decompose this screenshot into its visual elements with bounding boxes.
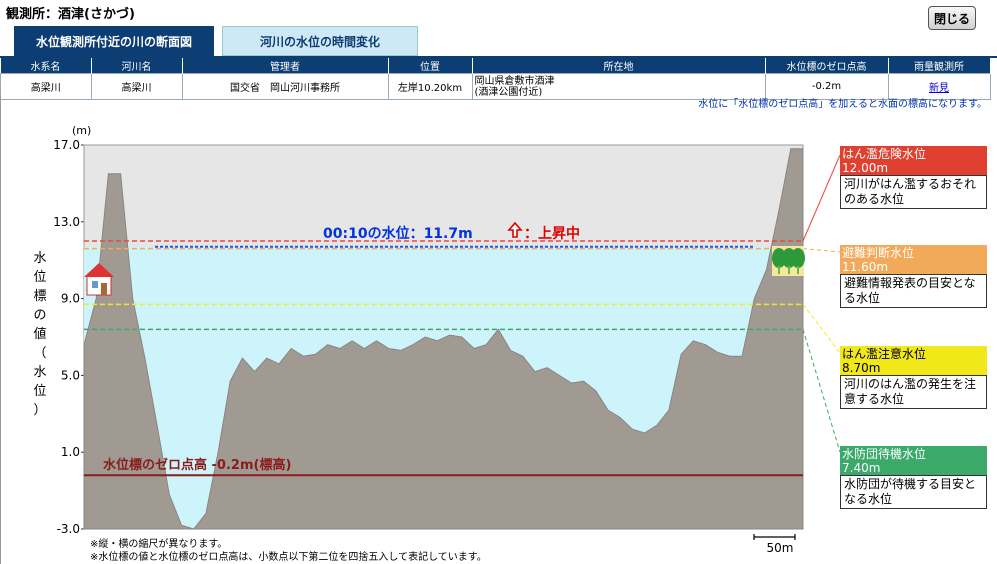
y-axis-label-char: 標 [33,289,46,304]
column-header: 水位標のゼロ点高 [765,58,889,74]
cell-river: 高梁川 [90,73,183,100]
tree-trunk [778,266,780,274]
y-unit-label: (m) [72,124,91,137]
y-axis-label-char: 水 [33,365,46,380]
scale-label: 50m [767,541,794,555]
house-window [92,281,98,288]
y-axis-label-char: （ [33,346,46,361]
scale-bar [753,534,796,540]
tab-time-series[interactable]: 河川の水位の時間変化 [222,26,418,56]
column-header: 雨量観測所 [888,58,991,74]
house-door [101,283,107,295]
cell-position: 左岸10.20km [387,73,473,100]
y-tick-label: 17.0 [53,138,80,152]
y-tick-label: 1.0 [61,445,80,459]
level-connector [802,304,841,354]
level-standby-name: 水防団待機水位 [842,447,927,461]
level-evacuation: 避難判断水位 11.60m 避難情報発表の目安となる水位 [840,245,987,308]
y-axis-label-char: の [33,308,46,323]
cell-system: 高梁川 [0,73,92,100]
y-tick-label: -3.0 [57,522,80,536]
current-level-label: 00:10の水位：11.7m [323,225,473,242]
column-header: 所在地 [472,58,766,74]
level-connector [802,248,841,253]
tab-cross-section[interactable]: 水位観測所付近の川の断面図 [14,26,214,56]
y-axis-label-char: 位 [33,384,46,399]
close-button[interactable]: 閉じる [928,6,976,30]
level-caution: はん濫注意水位 8.70m 河川のはん濫の発生を注意する水位 [840,346,987,409]
y-tick-label: 13.0 [53,215,80,229]
level-evacuation-name: 避難判断水位 [842,246,915,260]
level-connector [802,329,841,453]
station-info-table: 水系名 河川名 管理者 位置 所在地 水位標のゼロ点高 雨量観測所 高梁川 高梁… [0,58,991,100]
y-axis-label-char: 位 [33,270,46,285]
y-tick-label: 9.0 [61,292,80,306]
cell-manager: 国交省 岡山河川事務所 [181,73,389,100]
trend-label: ：上昇中 [524,225,580,242]
level-standby: 水防団待機水位 7.40m 水防団が待機する目安となる水位 [840,446,987,509]
level-evacuation-value: 11.60m [842,260,889,274]
level-danger-name: はん濫危険水位 [842,147,927,161]
level-connector [802,154,841,242]
table-header-row: 水系名 河川名 管理者 位置 所在地 水位標のゼロ点高 雨量観測所 [0,58,991,74]
trees-icon [772,246,805,276]
column-header: 水系名 [0,58,92,74]
level-danger: はん濫危険水位 12.00m 河川がはん濫するおそれのある水位 [840,146,987,209]
column-header: 河川名 [91,58,183,74]
y-axis-label-char: ） [33,403,46,418]
y-axis-label-char: 水 [33,251,46,266]
column-header: 位置 [388,58,473,74]
note-rounding: ※水位標の値と水位標のゼロ点高は、小数点以下第二位を四捨五入して表記しています。 [90,552,487,563]
level-caution-name: はん濫注意水位 [842,347,927,361]
zero-point-label: 水位標のゼロ点高 -0.2m(標高) [103,457,291,473]
level-danger-value: 12.00m [842,161,889,175]
y-tick-label: 5.0 [61,368,80,382]
level-danger-desc: 河川がはん濫するおそれのある水位 [840,175,987,209]
y-axis-label-char: 値 [33,326,46,342]
location-line-1: 岡山県倉敷市酒津 [474,75,555,87]
level-caution-desc: 河川のはん濫の発生を注意する水位 [840,375,987,409]
tree-trunk [797,266,799,274]
elevation-note: 水位に「水位標のゼロ点高」を加えると水面の標高になります。 [698,99,987,110]
column-header: 管理者 [182,58,389,74]
tree-crown [791,248,805,268]
level-evacuation-desc: 避難情報発表の目安となる水位 [840,274,987,308]
rain-station-link[interactable]: 新見 [929,83,949,94]
level-caution-value: 8.70m [842,361,881,375]
level-standby-value: 7.40m [842,461,881,475]
level-standby-desc: 水防団が待機する目安となる水位 [840,475,987,509]
tree-trunk [788,266,790,274]
page-title: 観測所：酒津(さかづ) [6,7,135,22]
house-body [86,274,112,296]
